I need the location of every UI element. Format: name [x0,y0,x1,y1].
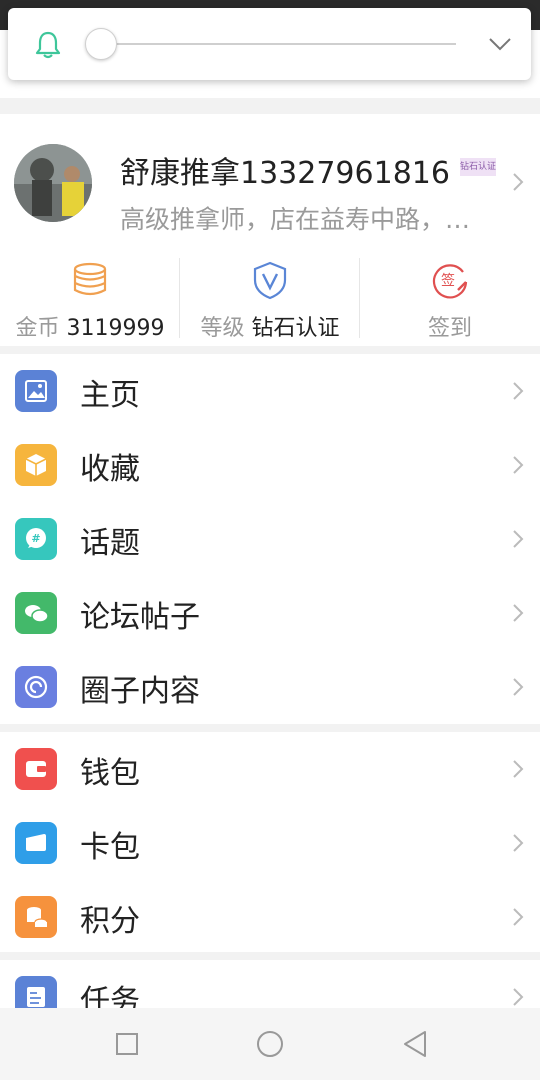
card-icon [15,822,57,864]
chevron-right-icon [513,173,524,191]
avatar[interactable] [14,144,92,222]
coins-stack-icon [15,896,57,938]
wallet-icon [15,748,57,790]
menu-section-finance: 钱包 卡包 积分 [0,732,540,952]
shield-v-icon [253,261,287,300]
user-name: 舒康推拿13327961816 [120,156,450,191]
coins-icon [73,262,107,296]
sign-in-icon: 签 [432,264,468,299]
menu-item-favorites[interactable]: 收藏 [0,428,540,502]
stat-value: 钻石认证 [251,316,340,341]
menu-item-card-holder[interactable]: 卡包 [0,806,540,880]
cube-icon [15,444,57,486]
stat-sign-in[interactable]: 签 签到 [360,254,540,346]
menu-item-label: 收藏 [80,452,140,487]
menu-section-tasks: 任务 [0,960,540,1008]
image-icon [15,370,57,412]
stat-level[interactable]: 等级 钻石认证 [180,254,360,346]
square-icon[interactable] [116,1033,138,1055]
menu-item-topics[interactable]: # 话题 [0,502,540,576]
menu-item-wallet[interactable]: 钱包 [0,732,540,806]
volume-slider-track[interactable] [98,43,456,45]
stat-coins[interactable]: 金币 3119999 [0,254,180,346]
triangle-back-icon[interactable] [402,1030,428,1058]
system-navigation-bar [0,1008,540,1080]
menu-item-label: 主页 [80,378,140,413]
svg-text:签: 签 [441,272,455,289]
volume-slider-knob[interactable] [85,28,117,60]
hashtag-bubble-icon: # [15,518,57,560]
chevron-right-icon [513,382,524,400]
chevron-right-icon [513,760,524,778]
profile-card[interactable]: 舒康推拿13327961816 钻石认证 高级推拿师，店在益寿中路，专业推拿 金… [0,114,540,346]
menu-item-label: 卡包 [80,830,140,865]
menu-section-content: 主页 收藏 # 话题 论坛帖子 圈子内容 [0,354,540,724]
menu-item-circle-content[interactable]: 圈子内容 [0,650,540,724]
chat-bubbles-icon [15,592,57,634]
chevron-right-icon [513,678,524,696]
task-list-icon [15,976,57,1008]
menu-item-label: 论坛帖子 [80,600,200,635]
chevron-right-icon [513,834,524,852]
menu-item-home[interactable]: 主页 [0,354,540,428]
chevron-right-icon [513,604,524,622]
bell-icon[interactable] [34,30,62,60]
stats-row: 金币 3119999 等级 钻石认证 签 签到 [0,254,540,346]
stat-label: 签到 [427,316,472,341]
menu-item-forum-posts[interactable]: 论坛帖子 [0,576,540,650]
notification-volume-panel [8,8,531,80]
chevron-right-icon [513,456,524,474]
chevron-right-icon [513,530,524,548]
menu-item-label: 任务 [80,984,140,1008]
stat-label: 金币 [15,316,60,341]
chevron-down-icon[interactable] [486,34,514,54]
chevron-right-icon [513,908,524,926]
user-bio: 高级推拿师，店在益寿中路，专业推拿 [120,205,490,234]
menu-item-points[interactable]: 积分 [0,880,540,954]
chevron-right-icon [513,988,524,1006]
status-badge: 钻石认证 [460,158,496,176]
circle-icon[interactable] [256,1030,284,1058]
menu-item-label: 钱包 [80,756,140,791]
svg-text:#: # [31,532,40,545]
menu-item-label: 积分 [80,904,140,939]
stat-label: 等级 [200,316,245,341]
swirl-icon [15,666,57,708]
menu-item-tasks[interactable]: 任务 [0,960,540,1008]
stat-value: 3119999 [66,316,165,341]
menu-item-label: 话题 [80,526,140,561]
menu-item-label: 圈子内容 [80,674,200,709]
